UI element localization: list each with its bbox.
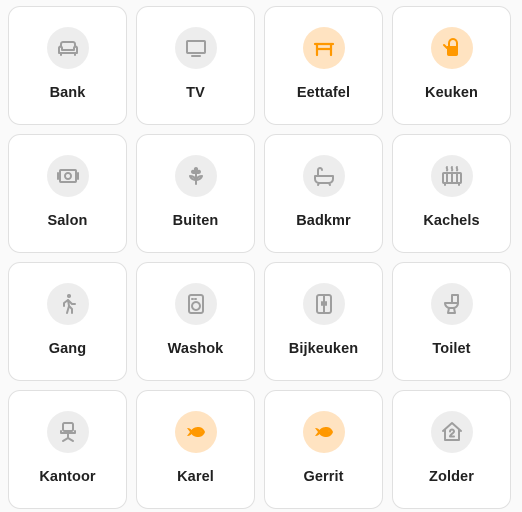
- tile-washok[interactable]: Washok: [136, 262, 255, 381]
- tile-kachels[interactable]: Kachels: [392, 134, 511, 253]
- desk-chair-icon: [59, 422, 76, 442]
- tile-label: Badkmr: [296, 213, 351, 229]
- tile-eettafel[interactable]: Eettafel: [264, 6, 383, 125]
- toilet-icon: [443, 294, 459, 314]
- icon-circle: [46, 27, 89, 69]
- tile-label: Keuken: [425, 85, 478, 101]
- speaker-icon: [56, 169, 79, 183]
- icon-circle: [302, 411, 345, 453]
- tile-toilet[interactable]: Toilet: [392, 262, 511, 381]
- television-icon: [185, 40, 206, 57]
- flower-icon: [188, 167, 203, 185]
- tile-kantoor[interactable]: Kantoor: [8, 390, 127, 509]
- tile-label: Karel: [177, 469, 214, 485]
- tile-zolder[interactable]: Zolder: [392, 390, 511, 509]
- fridge-icon: [315, 294, 332, 314]
- room-grid: Bank TV Eettafel Keuken Salon Buiten Bad…: [8, 6, 511, 509]
- walk-icon: [62, 294, 76, 314]
- icon-circle: [174, 27, 217, 69]
- tile-label: Kantoor: [39, 469, 96, 485]
- icon-circle: [46, 411, 89, 453]
- tile-buiten[interactable]: Buiten: [136, 134, 255, 253]
- tile-bijkeuken[interactable]: Bijkeuken: [264, 262, 383, 381]
- icon-circle: [174, 155, 217, 197]
- tile-karel[interactable]: Karel: [136, 390, 255, 509]
- kettle-icon: [442, 38, 458, 56]
- tile-label: Bijkeuken: [288, 341, 359, 357]
- fish-icon: [314, 427, 333, 437]
- tile-label: Bank: [49, 85, 86, 101]
- tile-label: Buiten: [172, 213, 219, 229]
- icon-circle: [302, 283, 345, 325]
- tile-label: Gang: [48, 341, 87, 357]
- icon-circle: [46, 283, 89, 325]
- tile-label: Salon: [47, 213, 88, 229]
- icon-circle: [46, 155, 89, 197]
- tile-gerrit[interactable]: Gerrit: [264, 390, 383, 509]
- tile-label: Kachels: [423, 213, 480, 229]
- tile-bank[interactable]: Bank: [8, 6, 127, 125]
- tile-badkmr[interactable]: Badkmr: [264, 134, 383, 253]
- tile-keuken[interactable]: Keuken: [392, 6, 511, 125]
- fish-icon: [186, 427, 205, 437]
- icon-circle: [174, 283, 217, 325]
- bathtub-icon: [313, 167, 334, 186]
- table-icon: [313, 42, 334, 57]
- icon-circle: [430, 411, 473, 453]
- tile-gang[interactable]: Gang: [8, 262, 127, 381]
- icon-circle: [430, 283, 473, 325]
- tile-label: Toilet: [432, 341, 471, 357]
- icon-circle: [430, 27, 473, 69]
- tile-label: Zolder: [429, 469, 474, 485]
- home-floor-2-icon: [441, 422, 462, 441]
- radiator-icon: [441, 166, 462, 186]
- tile-label: TV: [186, 85, 205, 101]
- tile-salon[interactable]: Salon: [8, 134, 127, 253]
- icon-circle: [430, 155, 473, 197]
- washing-machine-icon: [187, 294, 204, 314]
- icon-circle: [302, 27, 345, 69]
- icon-circle: [174, 411, 217, 453]
- icon-circle: [302, 155, 345, 197]
- tile-label: Eettafel: [296, 85, 351, 101]
- tile-tv[interactable]: TV: [136, 6, 255, 125]
- tile-label: Gerrit: [303, 469, 344, 485]
- tile-label: Washok: [167, 341, 224, 357]
- sofa-icon: [57, 41, 78, 56]
